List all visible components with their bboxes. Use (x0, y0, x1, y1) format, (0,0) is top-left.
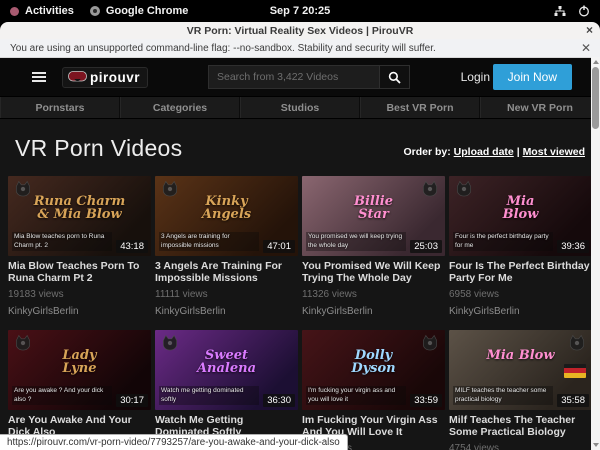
site-logo[interactable]: pirouvr (62, 67, 148, 88)
sandbox-warning-bar: You are using an unsupported command-lin… (0, 39, 600, 58)
scrollbar-thumb[interactable] (592, 67, 599, 129)
network-icon[interactable] (554, 6, 566, 17)
page-title: VR Porn Videos (15, 135, 182, 162)
window-close-button[interactable]: × (586, 23, 593, 37)
main-nav: PornstarsCategoriesStudiosBest VR PornNe… (0, 96, 600, 119)
video-views: 4754 views (449, 443, 592, 450)
system-top-bar: Activities Google Chrome Sep 7 20:25 (0, 0, 600, 22)
scroll-up-arrow-icon[interactable] (593, 60, 599, 64)
video-views: 6958 views (449, 289, 592, 300)
thumbnail-performer-name: Runa Charm & Mia Blow (8, 195, 151, 221)
video-views: 11326 views (302, 289, 445, 300)
thumbnail-performer-name: Kinky Angels (155, 195, 298, 221)
join-now-button[interactable]: Join Now (493, 64, 572, 90)
nav-item-pornstars[interactable]: Pornstars (0, 97, 120, 118)
video-studio-link[interactable]: KinkyGirlsBerlin (449, 306, 592, 317)
status-url-text: https://pirouvr.com/vr-porn-video/779325… (7, 437, 340, 448)
germany-flag-icon (564, 364, 586, 378)
thumbnail-performer-name: Sweet Analena (155, 349, 298, 375)
warning-text: You are using an unsupported command-lin… (10, 43, 436, 54)
nav-item-studios[interactable]: Studios (240, 97, 360, 118)
video-card[interactable]: Lady Lyne Are you awake ? And your dick … (8, 330, 151, 450)
video-thumbnail[interactable]: Runa Charm & Mia Blow Mia Blow teaches p… (8, 176, 151, 256)
video-card[interactable]: Mia Blow MILF teaches the teacher some p… (449, 330, 592, 450)
order-by-label: Order by: (403, 146, 450, 158)
video-thumbnail[interactable]: Billie Star You promised we will keep tr… (302, 176, 445, 256)
thumbnail-caption: Watch me getting dominated softly (159, 386, 259, 405)
order-most-viewed-link[interactable]: Most viewed (523, 146, 585, 158)
order-upload-date-link[interactable]: Upload date (454, 146, 514, 158)
window-title: VR Porn: Virtual Reality Sex Videos | Pi… (187, 25, 414, 37)
video-studio-link[interactable]: KinkyGirlsBerlin (155, 306, 298, 317)
duration-badge: 30:17 (116, 394, 148, 407)
video-thumbnail[interactable]: Dolly Dyson I'm fucking your virgin ass … (302, 330, 445, 410)
thumbnail-caption: I'm fucking your virgin ass and you will… (306, 386, 406, 405)
logo-text: pirouvr (90, 70, 140, 85)
nav-item-categories[interactable]: Categories (120, 97, 240, 118)
video-title[interactable]: You Promised We Will Keep Trying The Who… (302, 260, 445, 285)
login-link[interactable]: Login (461, 70, 490, 84)
thumbnail-caption: Mia Blow teaches porn to Runa Charm pt. … (12, 232, 112, 251)
thumbnail-caption: 3 Angels are training for impossible mis… (159, 232, 259, 251)
video-thumbnail[interactable]: Sweet Analena Watch me getting dominated… (155, 330, 298, 410)
video-studio-link[interactable]: KinkyGirlsBerlin (302, 306, 445, 317)
thumbnail-performer-name: Lady Lyne (8, 349, 151, 375)
video-views: 11111 views (155, 289, 298, 300)
duration-badge: 39:36 (557, 240, 589, 253)
thumbnail-performer-name: Mia Blow (449, 195, 592, 221)
duration-badge: 25:03 (410, 240, 442, 253)
video-title[interactable]: Mia Blow Teaches Porn To Runa Charm Pt 2 (8, 260, 151, 285)
page-content: VR Porn Videos Order by: Upload date | M… (0, 119, 600, 450)
thumbnail-caption: You promised we will keep trying the who… (306, 232, 406, 251)
video-card[interactable]: Mia Blow Four is the perfect birthday pa… (449, 176, 592, 326)
thumbnail-performer-name: Billie Star (302, 195, 445, 221)
duration-badge: 35:58 (557, 394, 589, 407)
video-card[interactable]: Dolly Dyson I'm fucking your virgin ass … (302, 330, 445, 450)
duration-badge: 33:59 (410, 394, 442, 407)
window-titlebar[interactable]: VR Porn: Virtual Reality Sex Videos | Pi… (0, 22, 600, 39)
nav-item-new-vr-porn[interactable]: New VR Porn (480, 97, 600, 118)
video-title[interactable]: Milf Teaches The Teacher Some Practical … (449, 414, 592, 439)
clock[interactable]: Sep 7 20:25 (0, 5, 600, 17)
thumbnail-caption: Four is the perfect birthday party for m… (453, 232, 553, 251)
screen: Activities Google Chrome Sep 7 20:25 VR (0, 0, 600, 450)
status-url-bubble: https://pirouvr.com/vr-porn-video/779325… (0, 434, 348, 450)
menu-icon[interactable] (32, 72, 46, 82)
power-icon[interactable] (578, 5, 590, 17)
duration-badge: 47:01 (263, 240, 295, 253)
search-input[interactable] (208, 65, 380, 89)
thumbnail-performer-name: Dolly Dyson (302, 349, 445, 375)
warning-close-button[interactable]: ✕ (581, 41, 591, 55)
thumbnail-caption: MILF teaches the teacher some practical … (453, 386, 553, 405)
search-button[interactable] (380, 65, 410, 89)
duration-badge: 43:18 (116, 240, 148, 253)
video-studio-link[interactable]: KinkyGirlsBerlin (8, 306, 151, 317)
video-thumbnail[interactable]: Kinky Angels 3 Angels are training for i… (155, 176, 298, 256)
video-views: 19183 views (8, 289, 151, 300)
video-thumbnail[interactable]: Mia Blow MILF teaches the teacher some p… (449, 330, 592, 410)
order-separator: | (517, 146, 520, 158)
browser-window: VR Porn: Virtual Reality Sex Videos | Pi… (0, 22, 600, 450)
thumbnail-caption: Are you awake ? And your dick also ? (12, 386, 112, 405)
scrollbar[interactable] (591, 57, 600, 450)
video-card[interactable]: Kinky Angels 3 Angels are training for i… (155, 176, 298, 326)
duration-badge: 36:30 (263, 394, 295, 407)
video-card[interactable]: Runa Charm & Mia Blow Mia Blow teaches p… (8, 176, 151, 326)
video-title[interactable]: 3 Angels Are Training For Impossible Mis… (155, 260, 298, 285)
order-by: Order by: Upload date | Most viewed (403, 146, 585, 162)
video-thumbnail[interactable]: Mia Blow Four is the perfect birthday pa… (449, 176, 592, 256)
video-card[interactable]: Billie Star You promised we will keep tr… (302, 176, 445, 326)
search-icon (388, 71, 401, 84)
video-card[interactable]: Sweet Analena Watch me getting dominated… (155, 330, 298, 450)
nav-item-best-vr-porn[interactable]: Best VR Porn (360, 97, 480, 118)
video-title[interactable]: Four Is The Perfect Birthday Party For M… (449, 260, 592, 285)
video-thumbnail[interactable]: Lady Lyne Are you awake ? And your dick … (8, 330, 151, 410)
vr-goggles-icon (68, 71, 87, 83)
thumbnail-performer-name: Mia Blow (449, 349, 592, 362)
site-header: pirouvr Login Join Now (0, 58, 600, 96)
scroll-down-arrow-icon[interactable] (593, 443, 599, 447)
search-area (208, 65, 410, 89)
video-grid: Runa Charm & Mia Blow Mia Blow teaches p… (0, 176, 600, 450)
